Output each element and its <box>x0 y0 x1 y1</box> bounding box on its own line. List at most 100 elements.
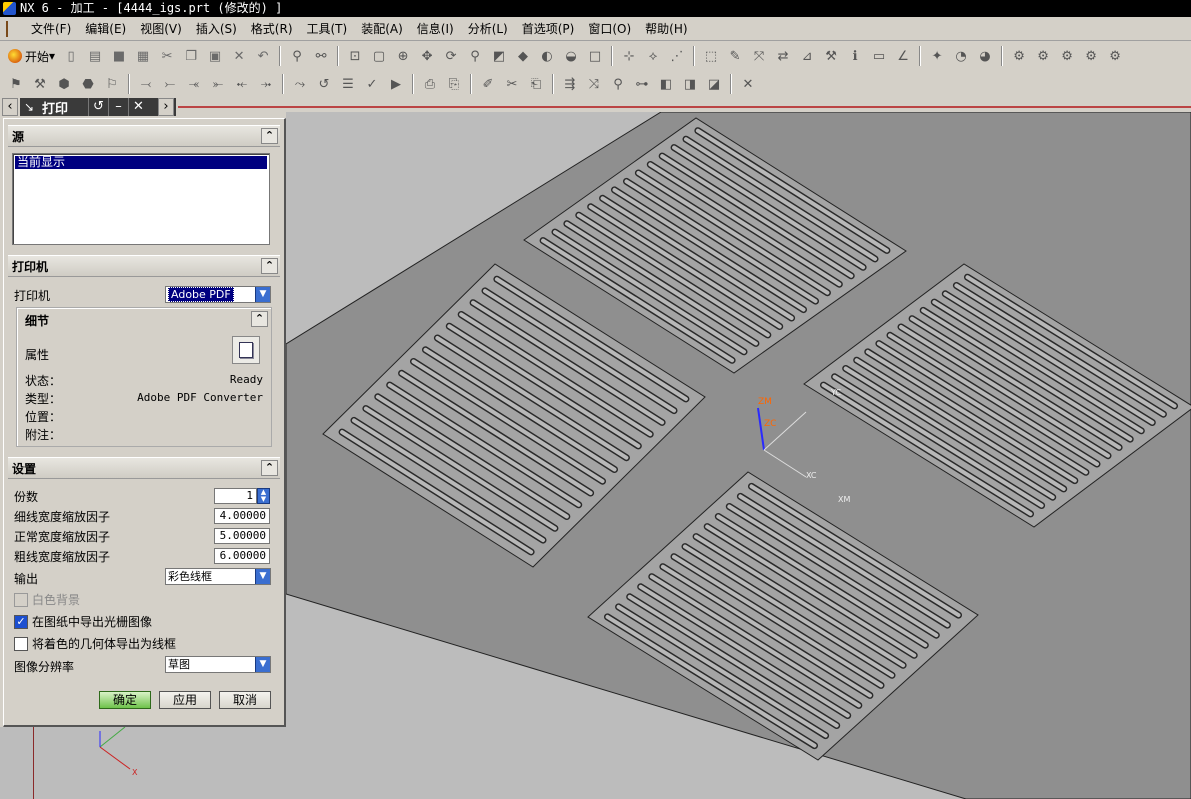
collapse-icon[interactable]: ⌃ <box>251 311 268 327</box>
info-icon[interactable]: ℹ <box>846 47 864 65</box>
create-tool-icon[interactable]: ⚒ <box>31 75 49 93</box>
move-icon[interactable]: ⇄ <box>774 47 792 65</box>
source-header[interactable]: 源 ⌃ <box>8 125 280 147</box>
ruler-icon[interactable]: ▭ <box>870 47 888 65</box>
properties-button[interactable] <box>232 336 260 364</box>
copies-input[interactable]: 1 <box>214 488 257 504</box>
printer-select[interactable]: Adobe PDF ▼ <box>165 286 271 303</box>
open-file-icon[interactable]: ▤ <box>86 47 104 65</box>
raster-export-checkbox[interactable]: ✓ 在图纸中导出光栅图像 <box>14 613 152 630</box>
create-method-icon[interactable]: ⬣ <box>79 75 97 93</box>
point-icon[interactable]: ⋰ <box>668 47 686 65</box>
menu-format[interactable]: 格式(R) <box>244 20 300 37</box>
replay-toolpath-icon[interactable]: ↺ <box>315 75 333 93</box>
create-geometry-icon[interactable]: ⬢ <box>55 75 73 93</box>
shop-doc-icon[interactable]: ⎘ <box>445 75 463 93</box>
spinner-icon[interactable]: ▲ ▼ <box>257 488 270 504</box>
cut-icon[interactable]: ✂ <box>158 47 176 65</box>
start-button[interactable]: 开始 ▾ <box>4 48 59 65</box>
tab-next-icon[interactable]: › <box>158 98 174 116</box>
menu-view[interactable]: 视图(V) <box>133 20 189 37</box>
menu-information[interactable]: 信息(I) <box>410 20 461 37</box>
postprocess-icon[interactable]: ⎙ <box>421 75 439 93</box>
menu-analysis[interactable]: 分析(L) <box>461 20 515 37</box>
binoculars-icon[interactable]: ⚯ <box>312 47 330 65</box>
output-select[interactable]: 彩色线框 ▼ <box>165 568 271 585</box>
delete-operation-icon[interactable]: ✕ <box>739 75 757 93</box>
render-style-icon[interactable]: ◐ <box>538 47 556 65</box>
tool-holder-icon[interactable]: ⚲ <box>609 75 627 93</box>
checkbox-box[interactable] <box>14 636 28 651</box>
tool-view-icon[interactable]: ⤚ <box>161 75 179 93</box>
transform-icon[interactable]: ⤧ <box>750 47 768 65</box>
tab-print[interactable]: ↘ 打印 ↺ – ✕ <box>20 98 176 117</box>
blank-icon[interactable]: ◨ <box>681 75 699 93</box>
wireframe-export-checkbox[interactable]: 将着色的几何体导出为线框 <box>14 635 176 652</box>
paste-operation-icon[interactable]: ⎗ <box>527 75 545 93</box>
copy-icon[interactable]: ❐ <box>182 47 200 65</box>
simulate-icon[interactable]: ▶ <box>387 75 405 93</box>
white-background-checkbox[interactable]: 白色背景 <box>14 591 80 608</box>
collapse-icon[interactable]: ⌃ <box>261 258 278 274</box>
reset-icon[interactable]: ↺ <box>88 98 108 116</box>
chevron-down-icon[interactable]: ▼ <box>255 287 270 302</box>
part-icon[interactable]: ◪ <box>705 75 723 93</box>
list-item[interactable]: 当前显示 <box>15 156 267 169</box>
edit-object-icon[interactable]: ✎ <box>726 47 744 65</box>
print-icon[interactable]: ▦ <box>134 47 152 65</box>
printer-header[interactable]: 打印机 ⌃ <box>8 255 280 277</box>
zoom-window-icon[interactable]: ▢ <box>370 47 388 65</box>
analysis-icon[interactable]: ⚒ <box>822 47 840 65</box>
program-view-icon[interactable]: ⤙ <box>137 75 155 93</box>
edit-operation-icon[interactable]: ✐ <box>479 75 497 93</box>
feature-icon[interactable]: ✦ <box>928 47 946 65</box>
settings-header[interactable]: 设置 ⌃ <box>8 457 280 479</box>
checkmark-icon[interactable]: ✓ <box>14 614 28 629</box>
menu-edit[interactable]: 编辑(E) <box>78 20 133 37</box>
menu-insert[interactable]: 插入(S) <box>189 20 244 37</box>
menu-assemblies[interactable]: 装配(A) <box>354 20 410 37</box>
chevron-down-icon[interactable]: ▼ <box>255 657 270 672</box>
machine-view-icon[interactable]: ⤝ <box>233 75 251 93</box>
transform-operation-icon[interactable]: ⤨ <box>585 75 603 93</box>
generate-icon[interactable]: ⚙ <box>1082 47 1100 65</box>
chamfer-icon[interactable]: ◕ <box>976 47 994 65</box>
stock-icon[interactable]: ◧ <box>657 75 675 93</box>
list-toolpath-icon[interactable]: ☰ <box>339 75 357 93</box>
zoom-in-out-icon[interactable]: ⚲ <box>466 47 484 65</box>
thin-width-input[interactable]: 4.00000 <box>214 508 270 524</box>
fit-icon[interactable]: ⊡ <box>346 47 364 65</box>
collapse-icon[interactable]: ⌃ <box>261 460 278 476</box>
graphics-window[interactable]: ZM ZC YC XC XM <box>286 112 1191 799</box>
cut-operation-icon[interactable]: ✂ <box>503 75 521 93</box>
source-list[interactable]: 当前显示 <box>12 153 270 245</box>
operation-icon[interactable]: ⚙ <box>1010 47 1028 65</box>
close-icon[interactable]: ✕ <box>128 98 148 116</box>
blend-icon[interactable]: ◔ <box>952 47 970 65</box>
minimize-icon[interactable]: – <box>108 98 128 116</box>
tab-prev-icon[interactable]: ‹ <box>2 98 18 116</box>
mill-icon[interactable]: ⚙ <box>1034 47 1052 65</box>
save-icon[interactable]: ■ <box>110 47 128 65</box>
menu-file[interactable]: 文件(F) <box>24 20 78 37</box>
command-finder-icon[interactable]: ⚲ <box>288 47 306 65</box>
render-icon[interactable]: ◒ <box>562 47 580 65</box>
thick-width-input[interactable]: 6.00000 <box>214 548 270 564</box>
measure-icon[interactable]: ⊿ <box>798 47 816 65</box>
clearance-icon[interactable]: ⊶ <box>633 75 651 93</box>
delete-icon[interactable]: ✕ <box>230 47 248 65</box>
angle-icon[interactable]: ∠ <box>894 47 912 65</box>
chevron-down-icon[interactable]: ▼ <box>255 569 270 584</box>
selection-filter-icon[interactable]: ⬚ <box>702 47 720 65</box>
collapse-icon[interactable]: ⌃ <box>261 128 278 144</box>
verify-toolpath-icon[interactable]: ✓ <box>363 75 381 93</box>
cancel-button[interactable]: 取消 <box>219 691 271 709</box>
verify-icon[interactable]: ⚙ <box>1106 47 1124 65</box>
feed-icon[interactable]: ⇶ <box>561 75 579 93</box>
normal-width-input[interactable]: 5.00000 <box>214 528 270 544</box>
orient-view-icon[interactable]: ◆ <box>514 47 532 65</box>
new-file-icon[interactable]: ▯ <box>62 47 80 65</box>
menu-tools[interactable]: 工具(T) <box>300 20 355 37</box>
resolution-select[interactable]: 草图 ▼ <box>165 656 271 673</box>
menu-preferences[interactable]: 首选项(P) <box>515 20 582 37</box>
